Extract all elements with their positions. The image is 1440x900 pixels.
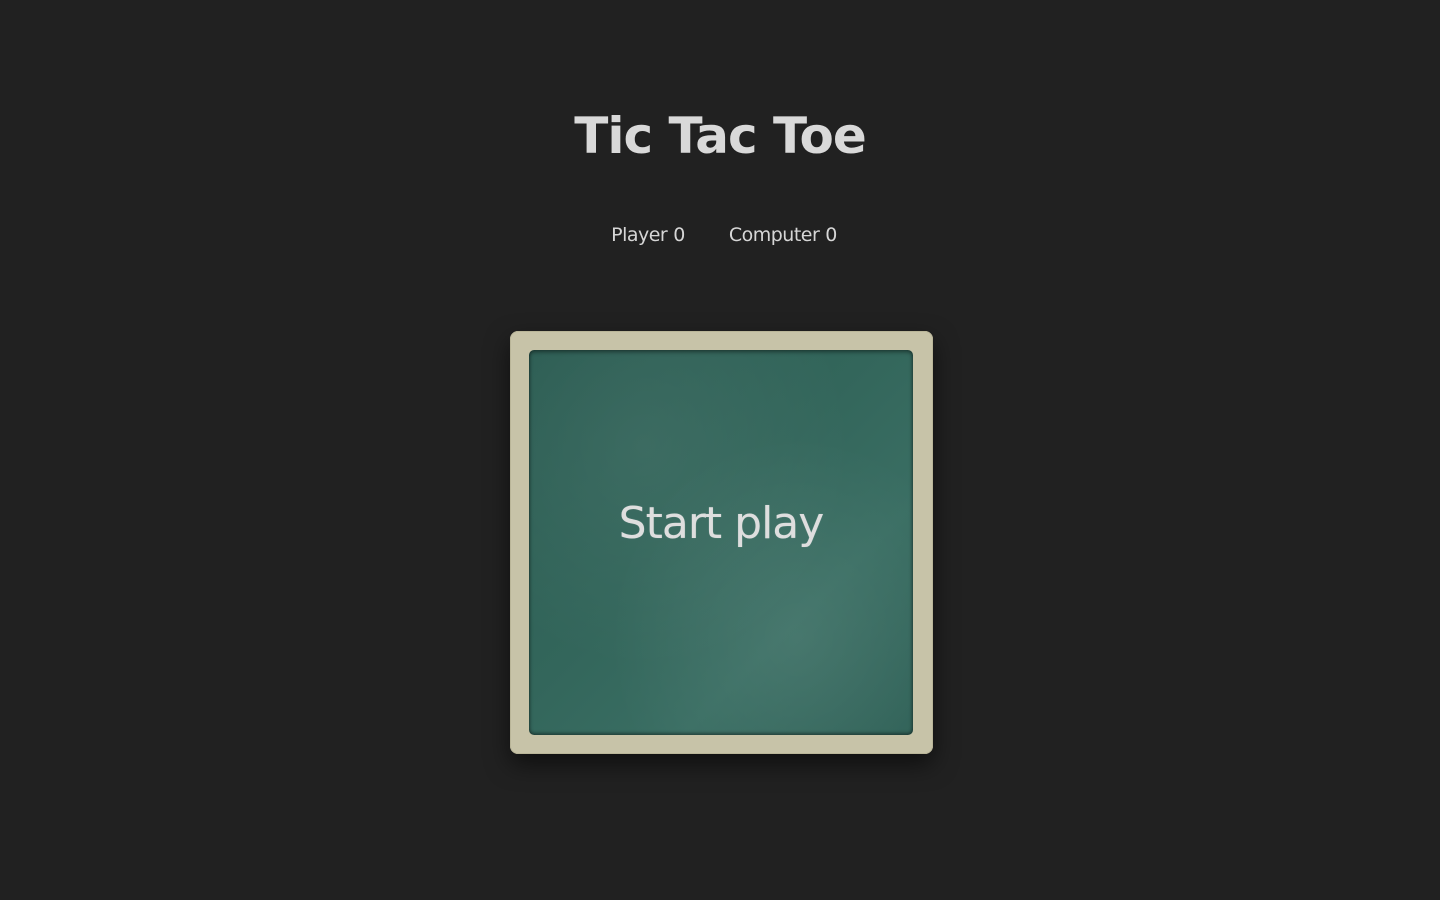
computer-score-label: Computer (728, 224, 820, 246)
player-score-label: Player (611, 224, 668, 246)
game-page: Tic Tac Toe Player 0 Computer 0 Start pl… (0, 0, 1440, 900)
computer-score-value: 0 (825, 224, 837, 246)
page-title: Tic Tac Toe (574, 107, 866, 165)
board-frame: Start play (510, 331, 933, 754)
player-score: Player 0 (603, 222, 685, 248)
start-play-button[interactable]: Start play (529, 350, 913, 735)
computer-score: Computer 0 (721, 222, 838, 248)
player-score-value: 0 (673, 224, 685, 246)
start-play-label: Start play (618, 498, 825, 549)
scoreboard: Player 0 Computer 0 (0, 222, 1440, 248)
